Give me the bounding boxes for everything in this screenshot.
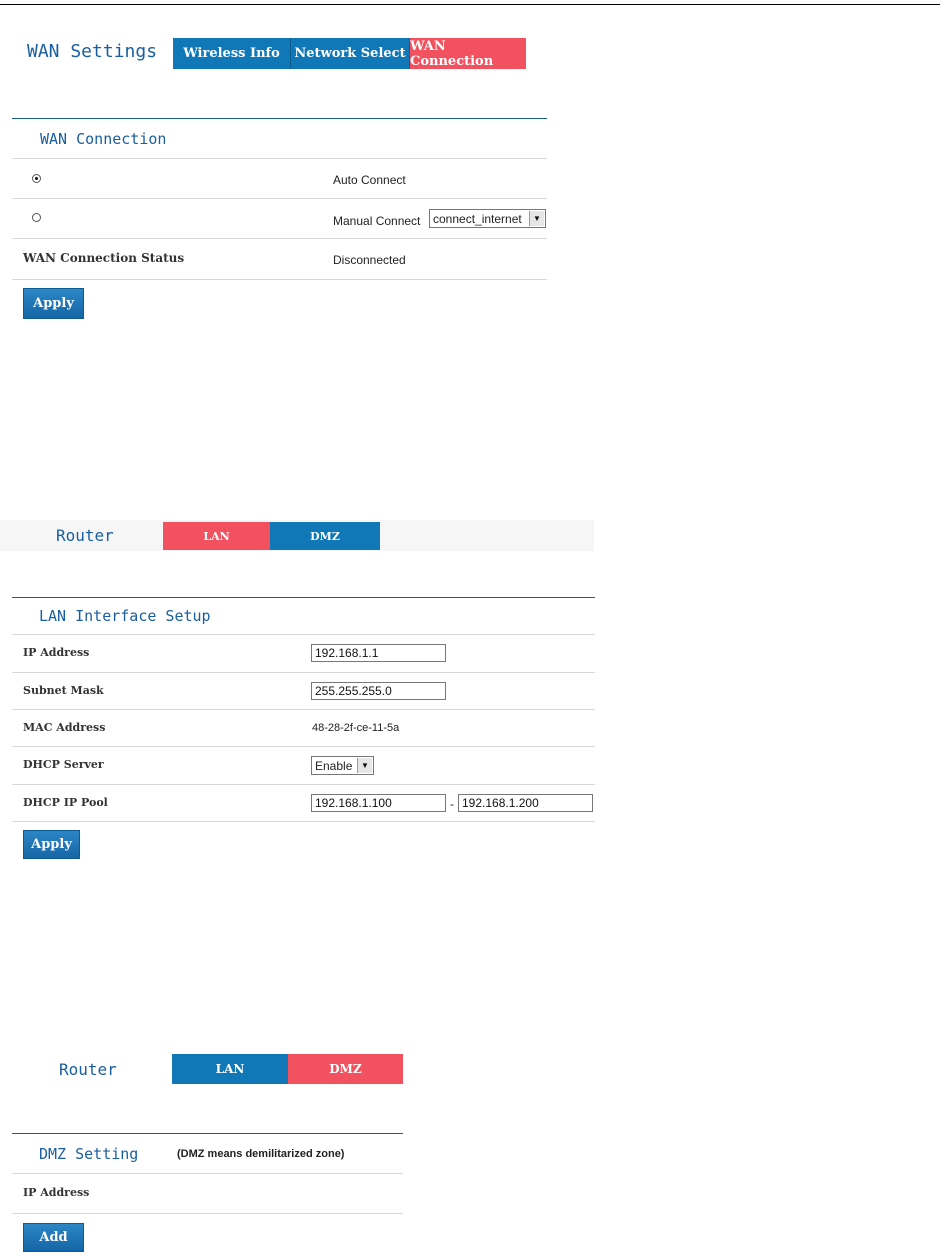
- chevron-down-icon: ▼: [357, 758, 372, 773]
- mac-address-value: 48-28-2f-ce-11-5a: [312, 722, 400, 734]
- dmz-section-note: (DMZ means demilitarized zone): [177, 1148, 345, 1160]
- tab-lan[interactable]: LAN: [172, 1054, 288, 1084]
- lan-ip-label: IP Address: [23, 646, 90, 659]
- top-border: [0, 4, 940, 5]
- divider: [12, 279, 547, 280]
- wan-section-title: WAN Connection: [40, 130, 167, 148]
- tab-network-select[interactable]: Network Select: [291, 38, 410, 69]
- lan-ip-input[interactable]: 192.168.1.1: [311, 644, 446, 662]
- dmz-section-title: DMZ Setting: [39, 1145, 139, 1163]
- manual-connect-select[interactable]: connect_internet ▼: [429, 209, 546, 228]
- wan-tabbar: Wireless Info Network Select WAN Connect…: [173, 38, 526, 69]
- wan-status-label: WAN Connection Status: [23, 251, 185, 265]
- lan-page-title: Router: [56, 526, 114, 545]
- radio-selected-dot: [35, 177, 38, 180]
- divider: [12, 746, 595, 747]
- auto-connect-label: Auto Connect: [333, 173, 406, 187]
- divider: [12, 1213, 403, 1214]
- divider: [12, 158, 547, 159]
- dhcp-server-label: DHCP Server: [23, 758, 104, 771]
- dmz-page-title: Router: [59, 1060, 117, 1079]
- dhcp-pool-start-input[interactable]: 192.168.1.100: [311, 794, 446, 812]
- divider: [12, 1173, 403, 1174]
- dhcp-pool-end-input[interactable]: 192.168.1.200: [458, 794, 593, 812]
- tab-lan[interactable]: LAN: [163, 522, 270, 550]
- subnet-mask-input[interactable]: 255.255.255.0: [311, 682, 446, 700]
- lan-apply-button[interactable]: Apply: [23, 830, 80, 859]
- wan-panel-top-border: [12, 118, 547, 119]
- chevron-down-icon: ▼: [529, 211, 544, 226]
- dhcp-server-select[interactable]: Enable ▼: [311, 756, 374, 775]
- divider: [12, 821, 595, 822]
- lan-panel-top-border: [12, 597, 595, 598]
- divider: [12, 709, 595, 710]
- manual-connect-label: Manual Connect: [333, 214, 421, 228]
- dhcp-pool-label: DHCP IP Pool: [23, 796, 108, 809]
- tab-wireless-info[interactable]: Wireless Info: [173, 38, 291, 69]
- manual-connect-radio[interactable]: [32, 213, 41, 222]
- divider: [12, 634, 595, 635]
- pool-separator: -: [450, 797, 454, 811]
- dmz-ip-label: IP Address: [23, 1186, 90, 1199]
- wan-status-value: Disconnected: [333, 253, 406, 267]
- dmz-add-button[interactable]: Add: [23, 1223, 84, 1252]
- mac-address-label: MAC Address: [23, 721, 106, 734]
- lan-tabbar: LAN DMZ: [163, 522, 380, 550]
- subnet-mask-label: Subnet Mask: [23, 684, 104, 697]
- select-value: connect_internet: [433, 211, 522, 226]
- divider: [12, 198, 547, 199]
- tab-dmz[interactable]: DMZ: [288, 1054, 403, 1084]
- tab-dmz[interactable]: DMZ: [270, 522, 380, 550]
- lan-section-title: LAN Interface Setup: [39, 607, 211, 625]
- wan-apply-button[interactable]: Apply: [23, 288, 84, 319]
- dmz-tabbar: LAN DMZ: [172, 1054, 403, 1084]
- tab-wan-connection[interactable]: WAN Connection: [410, 38, 526, 69]
- wan-page-title: WAN Settings: [27, 41, 158, 62]
- divider: [12, 672, 595, 673]
- select-value: Enable: [315, 758, 353, 773]
- dmz-panel-top-border: [12, 1133, 403, 1134]
- divider: [12, 784, 595, 785]
- divider: [12, 238, 547, 239]
- auto-connect-radio[interactable]: [32, 174, 41, 183]
